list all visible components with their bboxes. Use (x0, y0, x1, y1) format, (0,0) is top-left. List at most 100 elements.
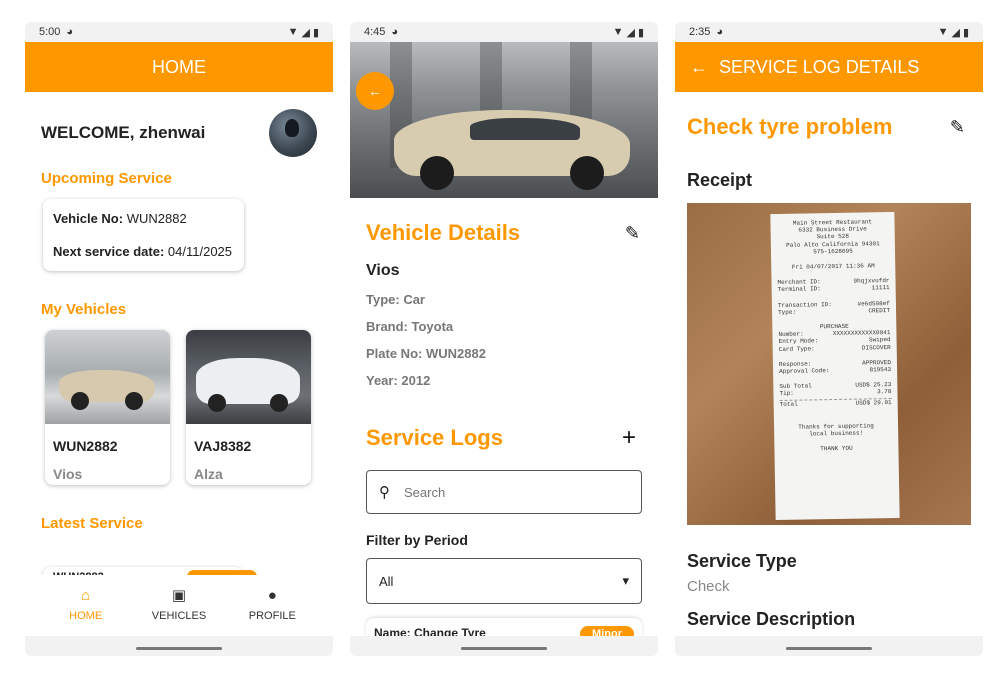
vehicle-type: Type: Car (366, 292, 425, 307)
wifi-icon: ▼ (937, 26, 949, 38)
arrow-left-icon: ← (368, 83, 382, 99)
receipt-value: CREDIT (868, 306, 891, 315)
nav-profile-label: PROFILE (248, 609, 296, 622)
my-vehicles-title: My Vehicles (41, 301, 127, 318)
receipt-label: Receipt (687, 170, 753, 190)
receipt-image[interactable]: Main Street Restaurant 6332 Business Dri… (687, 203, 971, 525)
wifi-icon: ▼ (612, 26, 624, 38)
service-type-label: Service Type (687, 551, 797, 571)
vehicle-details-header: Vehicle Details ✎ (350, 198, 658, 246)
vehicle-model: Vios (53, 466, 83, 482)
status-bar: 4:45 ◕ ▼ ◢ ▮ (350, 22, 658, 42)
status-time: 2:35 (689, 26, 711, 38)
person-icon: ● (267, 586, 277, 604)
receipt-label: Terminal ID: (777, 285, 821, 294)
upcoming-service-card[interactable]: Vehicle No: WUN2882 Next service date: 0… (43, 199, 244, 271)
service-log-details-screen: 2:35 ◕ ▼ ◢ ▮ ← SERVICE LOG DETAILS Check… (675, 22, 983, 656)
receipt-value: USD$ 29.01 (855, 398, 892, 407)
battery-icon: ▮ (312, 26, 319, 39)
receipt-value: 3.78 (876, 388, 892, 396)
receipt-value: DISCOVER (861, 343, 891, 352)
status-time: 5:00 (39, 26, 61, 38)
signal-icon: ◢ (951, 26, 960, 39)
vehicle-photo (186, 330, 311, 424)
vehicle-name: Vios (366, 262, 400, 279)
edit-icon[interactable]: ✎ (950, 117, 965, 138)
latest-service-title: Latest Service (41, 515, 143, 532)
nav-profile[interactable]: ● PROFILE (237, 587, 307, 622)
edit-icon[interactable]: ✎ (625, 223, 640, 244)
receipt-value: 11111 (871, 284, 890, 292)
back-button[interactable]: ← (356, 72, 394, 110)
vehicle-no-value: WUN2882 (126, 211, 187, 226)
gesture-handle[interactable] (136, 647, 222, 650)
period-select[interactable]: All ▾ (366, 558, 642, 604)
app-bar: ← SERVICE LOG DETAILS (675, 42, 983, 92)
dropdown-arrow-icon: ▾ (622, 573, 629, 588)
battery-icon: ▮ (637, 26, 644, 39)
nav-vehicles[interactable]: ▣ VEHICLES (144, 586, 214, 622)
avatar[interactable] (269, 109, 317, 157)
receipt-thanks: THANK YOU (820, 444, 853, 453)
receipt-label: Transaction ID: (777, 300, 832, 309)
add-icon[interactable]: + (622, 424, 636, 452)
welcome-text: WELCOME, zhenwai (41, 123, 206, 142)
vehicle-year: Year: 2012 (366, 373, 431, 388)
filter-label: Filter by Period (366, 532, 468, 548)
nav-home-label: HOME (69, 609, 103, 622)
vehicle-photo (45, 330, 170, 424)
receipt-label: Type: (777, 308, 797, 316)
status-bar: 5:00 ◕ ▼ ◢ ▮ (25, 22, 333, 42)
system-nav-bar (350, 636, 658, 656)
signal-icon: ◢ (626, 26, 635, 39)
upcoming-service-title: Upcoming Service (41, 170, 172, 187)
page-title: HOME (152, 56, 206, 77)
gesture-handle[interactable] (461, 647, 547, 650)
service-description-label: Service Description (687, 609, 856, 629)
vehicle-plate: WUN2882 (53, 438, 118, 454)
receipt-label: Approval Code: (779, 367, 830, 376)
car-icon: ▣ (171, 587, 187, 604)
service-log-header: Check tyre problem ✎ (675, 92, 983, 140)
nav-vehicles-label: VEHICLES (151, 610, 207, 622)
system-nav-bar (25, 636, 333, 656)
service-type-value: Check (687, 578, 730, 595)
vehicle-details-screen: 4:45 ◕ ▼ ◢ ▮ ← Vehicle Details ✎ Vios Ty… (350, 22, 658, 656)
notification-icon: ◕ (391, 26, 399, 38)
search-input[interactable] (404, 484, 604, 500)
period-select-value: All (379, 573, 394, 589)
upcoming-date-row: Next service date: 04/11/2025 (53, 242, 234, 261)
page-title: SERVICE LOG DETAILS (719, 56, 920, 77)
app-bar: HOME (25, 42, 333, 92)
vehicle-card[interactable]: VAJ8382 Alza (186, 330, 311, 485)
vehicle-hero-image: ← (350, 42, 658, 198)
next-service-date-label: Next service date: (53, 244, 165, 259)
home-screen: 5:00 ◕ ▼ ◢ ▮ HOME WELCOME, zhenwai Upcom… (25, 22, 333, 656)
status-time: 4:45 (364, 26, 386, 38)
bottom-navigation: ⌂ HOME ▣ VEHICLES ● PROFILE (25, 575, 333, 633)
service-logs-title: Service Logs (366, 425, 503, 450)
vehicle-plate: Plate No: WUN2882 (366, 346, 486, 361)
wifi-icon: ▼ (287, 26, 299, 38)
receipt-label: Tip: (779, 390, 794, 398)
battery-icon: ▮ (962, 26, 969, 39)
search-field[interactable]: ⚲ (366, 470, 642, 514)
notification-icon: ◕ (716, 26, 724, 38)
nav-home[interactable]: ⌂ HOME (51, 587, 121, 622)
arrow-left-icon[interactable]: ← (679, 57, 719, 78)
receipt-label: Card Type: (778, 344, 815, 353)
receipt-label: Total (779, 400, 798, 408)
service-logs-header: Service Logs + (350, 388, 658, 452)
home-icon: ⌂ (81, 586, 91, 604)
service-log-title: Check tyre problem (687, 114, 893, 139)
notification-icon: ◕ (66, 26, 74, 38)
gesture-handle[interactable] (786, 647, 872, 650)
vehicle-card[interactable]: WUN2882 Vios (45, 330, 170, 485)
search-icon: ⚲ (379, 484, 390, 501)
vehicle-plate: VAJ8382 (194, 438, 252, 454)
welcome-row: WELCOME, zhenwai (25, 92, 333, 162)
status-bar: 2:35 ◕ ▼ ◢ ▮ (675, 22, 983, 42)
vehicle-no-label: Vehicle No: (53, 211, 124, 226)
vehicle-brand: Brand: Toyota (366, 319, 454, 334)
system-nav-bar (675, 636, 983, 656)
